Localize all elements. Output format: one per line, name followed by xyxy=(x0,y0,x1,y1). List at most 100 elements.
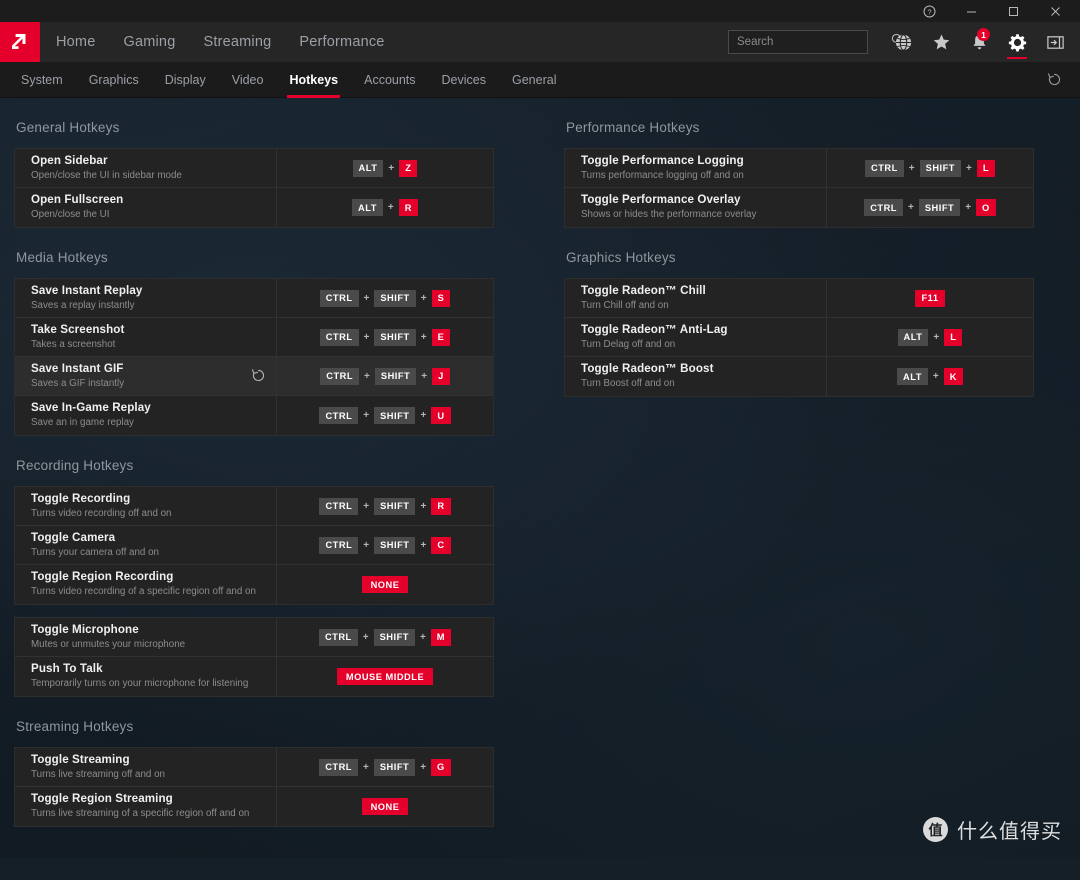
hotkey-row[interactable]: Toggle Radeon™ Anti-Lag Turn Delag off an… xyxy=(565,318,1033,357)
tab-system[interactable]: System xyxy=(8,62,76,98)
key-badge-shift: SHIFT xyxy=(918,199,961,216)
hotkey-row[interactable]: Take Screenshot Takes a screenshot CTRL + SH… xyxy=(15,318,493,357)
hotkey-card: Toggle Performance Logging Turns performa… xyxy=(564,148,1034,228)
hotkey-name: Toggle Region Recording xyxy=(31,570,174,583)
globe-icon[interactable] xyxy=(884,22,922,62)
key-badge-m: M xyxy=(430,628,452,646)
hotkey-row[interactable]: Toggle Camera Turns your camera off and o… xyxy=(15,526,493,565)
nav-link-home[interactable]: Home xyxy=(56,34,95,50)
tab-devices[interactable]: Devices xyxy=(429,62,499,98)
nav-link-performance[interactable]: Performance xyxy=(299,34,384,50)
key-plus-separator: + xyxy=(363,761,369,773)
tab-display[interactable]: Display xyxy=(152,62,219,98)
tab-accounts[interactable]: Accounts xyxy=(351,62,428,98)
tab-video[interactable]: Video xyxy=(219,62,277,98)
hotkey-binding[interactable]: CTRL + SHIFT + S xyxy=(277,279,493,317)
search-box[interactable] xyxy=(728,30,904,54)
maximize-button[interactable] xyxy=(992,0,1034,22)
hotkey-row[interactable]: Toggle Region Recording Turns video recor… xyxy=(15,565,493,604)
key-badge-shift: SHIFT xyxy=(373,758,416,776)
key-plus-separator: + xyxy=(421,370,428,382)
key-plus-separator: + xyxy=(363,539,370,551)
hotkey-row[interactable]: Toggle Region Streaming Turns live stream… xyxy=(15,787,493,826)
close-button[interactable] xyxy=(1034,0,1076,22)
key-plus-separator: + xyxy=(933,331,940,343)
sidebar-toggle-icon[interactable] xyxy=(1036,22,1074,62)
hotkey-binding[interactable]: CTRL + SHIFT + M xyxy=(277,618,493,656)
hotkey-binding[interactable]: CTRL + SHIFT + L xyxy=(827,149,1033,187)
hotkey-binding[interactable]: F11 xyxy=(827,279,1033,317)
hotkey-binding[interactable]: CTRL + SHIFT + R xyxy=(277,487,493,525)
hotkey-row[interactable]: Toggle Microphone Mutes or unmutes your m… xyxy=(15,618,493,657)
hotkey-binding[interactable]: CTRL + SHIFT + J xyxy=(277,357,493,395)
key-plus-separator: + xyxy=(387,202,394,213)
key-badge-ctrl: CTRL xyxy=(319,328,359,346)
hotkey-card: Toggle Radeon™ Chill Turn Chill off and o… xyxy=(564,278,1034,397)
key-plus-separator: + xyxy=(419,631,426,643)
hotkey-description: Turns video recording off and on xyxy=(31,508,172,520)
key-plus-separator: + xyxy=(932,371,939,382)
search-input[interactable] xyxy=(737,36,891,48)
key-badge-ctrl: CTRL xyxy=(319,758,358,776)
hotkey-description: Turn Delag off and on xyxy=(581,339,676,351)
key-plus-separator: + xyxy=(420,292,427,304)
hotkey-binding[interactable]: CTRL + SHIFT + U xyxy=(277,396,493,435)
hotkey-description: Save an in game replay xyxy=(31,417,134,429)
hotkey-name: Save In-Game Replay xyxy=(31,401,151,414)
amd-logo[interactable] xyxy=(0,22,40,62)
hotkey-binding[interactable]: NONE xyxy=(277,787,493,826)
tab-general[interactable]: General xyxy=(499,62,569,98)
key-badge-shift: SHIFT xyxy=(374,407,416,424)
hotkey-row[interactable]: Toggle Radeon™ Chill Turn Chill off and o… xyxy=(565,279,1033,318)
reset-all-icon[interactable] xyxy=(1036,62,1072,98)
key-badge-shift: SHIFT xyxy=(373,628,415,646)
hotkey-row[interactable]: Toggle Performance Overlay Shows or hides… xyxy=(565,188,1033,227)
hotkey-row[interactable]: Save In-Game Replay Save an in game repla… xyxy=(15,396,493,435)
hotkey-row[interactable]: Open Fullscreen Open/close the UI ALT + R xyxy=(15,188,493,227)
hotkey-binding[interactable]: CTRL + SHIFT + O xyxy=(827,188,1033,227)
gear-icon[interactable] xyxy=(998,22,1036,62)
hotkeys-content: General Hotkeys Open Sidebar Open/close th… xyxy=(0,98,1080,880)
key-badge-ctrl: CTRL xyxy=(319,289,359,307)
nav-link-streaming[interactable]: Streaming xyxy=(203,34,271,50)
key-plus-separator: + xyxy=(363,500,370,512)
star-icon[interactable] xyxy=(922,22,960,62)
key-combo: CTRL + SHIFT + U xyxy=(319,407,451,424)
key-combo: CTRL + SHIFT + L xyxy=(864,159,996,177)
key-badge-shift: SHIFT xyxy=(374,367,417,385)
hotkey-row-info: Save Instant Replay Saves a replay instan… xyxy=(15,279,277,317)
watermark: 值 什么值得买 xyxy=(923,815,1062,844)
hotkey-row[interactable]: Push To Talk Temporarily turns on your mi… xyxy=(15,657,493,696)
hotkey-binding[interactable]: CTRL + SHIFT + E xyxy=(277,318,493,356)
tab-graphics[interactable]: Graphics xyxy=(76,62,152,98)
hotkey-row[interactable]: Toggle Streaming Turns live streaming off… xyxy=(15,748,493,787)
hotkey-row[interactable]: Save Instant Replay Saves a replay instan… xyxy=(15,279,493,318)
hotkey-binding[interactable]: CTRL + SHIFT + C xyxy=(277,526,493,564)
hotkey-row[interactable]: Toggle Recording Turns video recording of… xyxy=(15,487,493,526)
hotkey-binding[interactable]: CTRL + SHIFT + G xyxy=(277,748,493,786)
hotkey-row[interactable]: Toggle Performance Logging Turns performa… xyxy=(565,149,1033,188)
bell-icon[interactable]: 1 xyxy=(960,22,998,62)
hotkey-binding[interactable]: ALT + Z xyxy=(277,149,493,187)
hotkey-description: Turns video recording of a specific regi… xyxy=(31,586,256,598)
row-reset-icon[interactable] xyxy=(251,368,267,384)
key-badge-ctrl: CTRL xyxy=(319,407,359,424)
minimize-button[interactable] xyxy=(950,0,992,22)
hotkey-row[interactable]: Save Instant GIF Saves a GIF instantly CTR… xyxy=(15,357,493,396)
tab-hotkeys[interactable]: Hotkeys xyxy=(276,62,351,98)
hotkey-binding[interactable]: ALT + K xyxy=(827,357,1033,396)
hotkey-binding[interactable]: MOUSE MIDDLE xyxy=(277,657,493,696)
hotkey-binding[interactable]: ALT + R xyxy=(277,188,493,227)
key-badge-alt: ALT xyxy=(352,199,383,216)
hotkey-row-info: Push To Talk Temporarily turns on your mi… xyxy=(15,657,277,696)
hotkey-description: Turns your camera off and on xyxy=(31,547,159,559)
hotkey-binding[interactable]: NONE xyxy=(277,565,493,604)
nav-link-gaming[interactable]: Gaming xyxy=(123,34,175,50)
hotkey-row-info: Toggle Region Streaming Turns live stream… xyxy=(15,787,277,826)
hotkey-row[interactable]: Toggle Radeon™ Boost Turn Boost off and o… xyxy=(565,357,1033,396)
hotkey-binding[interactable]: ALT + L xyxy=(827,318,1033,356)
hotkey-description: Saves a GIF instantly xyxy=(31,378,125,390)
hotkey-card: Toggle Streaming Turns live streaming off… xyxy=(14,747,494,827)
help-button[interactable]: ? xyxy=(908,0,950,22)
hotkey-row[interactable]: Open Sidebar Open/close the UI in sidebar… xyxy=(15,149,493,188)
